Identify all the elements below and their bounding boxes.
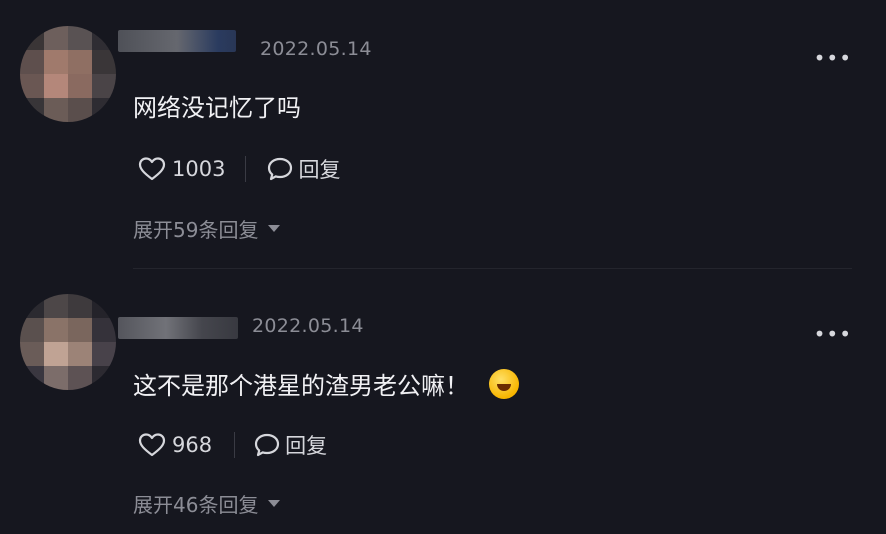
- like-count: 968: [172, 433, 213, 457]
- comment-text-content: 这不是那个港星的渣男老公嘛！: [133, 372, 469, 400]
- comment-bubble-icon: [268, 157, 293, 181]
- expand-replies-label: 展开46条回复: [133, 493, 259, 517]
- comment-actions: 1003 回复: [138, 154, 340, 184]
- avatar[interactable]: [20, 294, 116, 390]
- more-options-icon[interactable]: •••: [814, 48, 852, 68]
- laughing-tears-emoji: [489, 369, 519, 399]
- like-button[interactable]: 968: [138, 432, 212, 458]
- comment-text: 网络没记忆了吗: [133, 94, 301, 122]
- expand-replies-button[interactable]: 展开46条回复: [133, 489, 281, 518]
- comment-bubble-icon: [254, 433, 280, 457]
- like-count: 1003: [172, 157, 226, 181]
- divider: [234, 432, 236, 458]
- comment-item: 2022.05.14 ••• 这不是那个港星的渣男老公嘛！ 968 回复 展开4…: [0, 284, 886, 534]
- caret-down-icon: [268, 500, 281, 507]
- comment-item: 2022.05.14 ••• 网络没记忆了吗 1003 回复 展开59条回复: [0, 0, 886, 270]
- expand-replies-button[interactable]: 展开59条回复: [133, 214, 281, 243]
- comment-divider: [133, 268, 852, 269]
- heart-icon: [138, 433, 166, 457]
- reply-label: 回复: [285, 434, 328, 458]
- username-blurred[interactable]: [118, 317, 238, 339]
- like-button[interactable]: 1003: [138, 156, 225, 182]
- username-blurred[interactable]: [118, 30, 236, 52]
- caret-down-icon: [268, 225, 281, 232]
- divider: [245, 156, 247, 182]
- reply-button[interactable]: 回复: [253, 430, 327, 460]
- comment-text: 这不是那个港星的渣男老公嘛！: [133, 366, 519, 402]
- comment-actions: 968 回复: [138, 430, 327, 460]
- reply-label: 回复: [298, 158, 341, 182]
- heart-icon: [138, 157, 166, 181]
- expand-replies-label: 展开59条回复: [133, 218, 259, 242]
- avatar[interactable]: [20, 26, 116, 122]
- more-options-icon[interactable]: •••: [814, 324, 852, 344]
- comment-date: 2022.05.14: [252, 315, 364, 337]
- reply-button[interactable]: 回复: [266, 154, 340, 184]
- comment-date: 2022.05.14: [260, 38, 372, 60]
